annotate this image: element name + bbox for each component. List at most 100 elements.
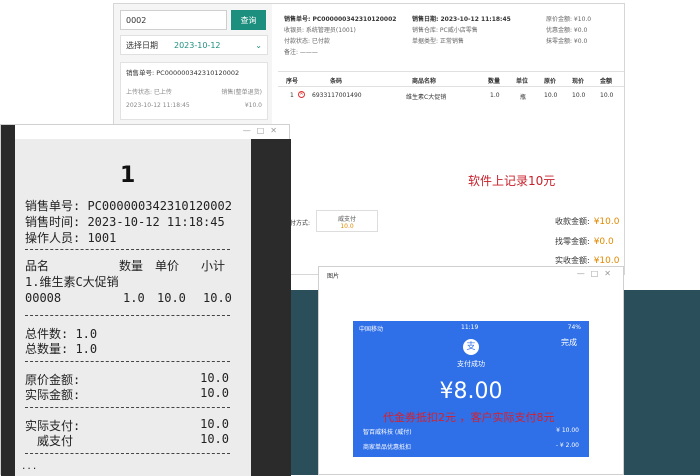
col-price: 现价 <box>572 78 585 85</box>
date-label: 选择日期 <box>126 40 158 50</box>
coupon-amount: - ¥ 2.00 <box>555 442 579 449</box>
merchant-name: 智百威科技 (威付) <box>363 429 412 436</box>
receipt-total-qty: 总数量: 1.0 <box>25 342 98 356</box>
receipt-order-no: 销售单号: PC000000342310120002 <box>25 199 232 213</box>
coupon-row: 商家单品优惠抵扣 - ¥ 2.00 <box>363 442 579 451</box>
info-wipe-amount: 抹零金额: ¥0.0 <box>546 38 588 45</box>
table-row[interactable]: 1 ✕ 6933117001490 维生素C大促销 1.0 瓶 10.0 10.… <box>278 88 624 104</box>
receipt-item-subtotal: 10.0 <box>203 291 232 305</box>
pay-logo-icon: 支 <box>463 339 479 355</box>
receipt-photo: 1 销售单号: PC000000342310120002 销售时间: 2023-… <box>15 139 251 476</box>
window-controls[interactable]: —□✕ <box>243 126 283 135</box>
receipt-wei-pay-value: 10.0 <box>200 432 229 446</box>
order-card[interactable]: 销售单号: PC000000342310120002 上传状态: 已上传 销售(… <box>120 62 268 120</box>
delete-icon[interactable]: ✕ <box>298 91 305 98</box>
receipt-actual-amount-label: 实际金额: <box>25 388 81 402</box>
pay-success-text: 支付成功 <box>457 360 485 368</box>
done-button[interactable]: 完成 <box>561 337 577 348</box>
order-card-type: 销售(整单退货) <box>221 89 262 96</box>
info-discount-amount: 优惠金额: ¥0.0 <box>546 27 588 34</box>
row-amount: 10.0 <box>600 92 614 99</box>
annotation-coupon: 代金券抵扣2元 ，客户实际支付8元 <box>383 411 555 424</box>
info-remark: 备注: ——— <box>284 49 318 56</box>
receipt-item-name: 1.维生素C大促销 <box>25 275 119 289</box>
col-index: 序号 <box>286 78 299 85</box>
info-doc-type: 单据类型: 正常销售 <box>412 38 464 45</box>
query-button[interactable]: 查询 <box>231 10 266 30</box>
receipt-col-qty: 数量 <box>119 259 144 273</box>
row-qty: 1.0 <box>490 92 500 99</box>
receipt-col-name: 品名 <box>25 259 50 273</box>
receipt-number: 1 <box>120 163 136 188</box>
received-label: 收款金额: <box>555 217 590 226</box>
pay-method-amount: 10.0 <box>340 223 354 230</box>
date-value: 2023-10-12 <box>174 40 221 50</box>
merchant-amount: ¥ 10.00 <box>556 427 579 434</box>
row-name: 维生素C大促销 <box>406 94 447 101</box>
info-pay-status: 付款状态: 已付款 <box>284 38 330 45</box>
receipt-orig-amount-value: 10.0 <box>200 371 229 385</box>
receipt-divider <box>25 249 230 250</box>
info-order-no: 销售单号: PC000000342310120002 <box>284 16 397 23</box>
coupon-label: 商家单品优惠抵扣 <box>363 444 412 451</box>
summary-change: 找零金额: ¥0.0 <box>555 236 614 247</box>
receipt-sale-time: 销售时间: 2023-10-12 11:18:45 <box>25 215 225 229</box>
col-barcode: 条码 <box>330 78 343 85</box>
order-search-input[interactable] <box>120 10 227 30</box>
search-row: 查询 <box>120 10 268 30</box>
pay-method-name: 威支付 <box>337 216 356 223</box>
phone-battery: 74% <box>567 324 581 331</box>
receipt-col-price: 单价 <box>155 259 180 273</box>
receipt-divider <box>25 407 230 408</box>
receipt-item-qty: 1.0 <box>123 291 145 305</box>
photo-edge <box>1 125 15 476</box>
receipt-photo-window: —□✕ 1 销售单号: PC000000342310120002 销售时间: 2… <box>0 124 291 476</box>
info-orig-amount: 原价金额: ¥10.0 <box>546 16 592 23</box>
change-value: ¥0.0 <box>593 237 614 247</box>
receipt-item-price: 10.0 <box>157 291 186 305</box>
summary-actual: 实收金额: ¥10.0 <box>555 255 619 266</box>
receipt-divider <box>25 361 230 362</box>
row-unit: 瓶 <box>520 94 527 101</box>
change-label: 找零金额: <box>555 237 590 246</box>
payment-screenshot: 中国移动 11:19 74% 完成 支 支付成功 ¥8.00 代金券抵扣2元 ，… <box>353 321 589 457</box>
order-card-amount: ¥10.0 <box>244 102 262 109</box>
col-name: 商品名称 <box>412 78 437 85</box>
order-card-upload-status: 上传状态: 已上传 <box>126 89 172 96</box>
col-amount: 金额 <box>600 78 613 85</box>
image-window-title: 图片 <box>327 273 340 280</box>
pay-amount: ¥8.00 <box>439 379 503 404</box>
phone-carrier: 中国移动 <box>359 326 384 333</box>
col-unit: 单位 <box>516 78 529 85</box>
col-qty: 数量 <box>488 78 501 85</box>
window-controls[interactable]: —□✕ <box>577 269 617 278</box>
summary-received: 收款金额: ¥10.0 <box>555 216 619 227</box>
col-orig-price: 原价 <box>544 78 557 85</box>
date-picker[interactable]: 选择日期 2023-10-12 ⌄ <box>120 35 268 55</box>
photo-edge-right <box>251 139 291 476</box>
info-sale-date: 销售日期: 2023-10-12 11:18:45 <box>412 16 511 23</box>
info-warehouse: 销售仓库: PC威小店零售 <box>412 27 478 34</box>
chevron-down-icon: ⌄ <box>255 40 262 50</box>
order-card-no: 销售单号: PC000000342310120002 <box>126 69 240 77</box>
actual-label: 实收金额: <box>555 256 590 265</box>
actual-value: ¥10.0 <box>593 256 620 266</box>
annotation-software-record: 软件上记录10元 <box>468 174 556 188</box>
receipt-col-subtotal: 小计 <box>201 259 226 273</box>
receipt-divider <box>25 453 230 454</box>
items-table-header: 序号 条码 商品名称 数量 单位 原价 现价 金额 <box>278 71 624 87</box>
received-value: ¥10.0 <box>593 217 620 227</box>
receipt-dots: ... <box>21 462 38 472</box>
receipt-actual-amount-value: 10.0 <box>200 386 229 400</box>
image-viewer-window: 图片 —□✕ 中国移动 11:19 74% 完成 支 支付成功 ¥8.00 代金… <box>318 266 624 475</box>
phone-time: 11:19 <box>461 324 479 331</box>
pay-method-box[interactable]: 威支付 10.0 <box>316 210 378 232</box>
info-cashier: 收银员: 系统管理员(1001) <box>284 27 356 34</box>
row-barcode: 6933117001490 <box>312 92 362 99</box>
row-index: 1 <box>290 92 294 99</box>
receipt-divider <box>25 315 230 316</box>
row-orig-price: 10.0 <box>544 92 558 99</box>
merchant-row: 智百威科技 (威付) ¥ 10.00 <box>363 427 579 436</box>
receipt-wei-pay-label: 威支付 <box>37 434 74 448</box>
receipt-operator: 操作人员: 1001 <box>25 231 117 245</box>
